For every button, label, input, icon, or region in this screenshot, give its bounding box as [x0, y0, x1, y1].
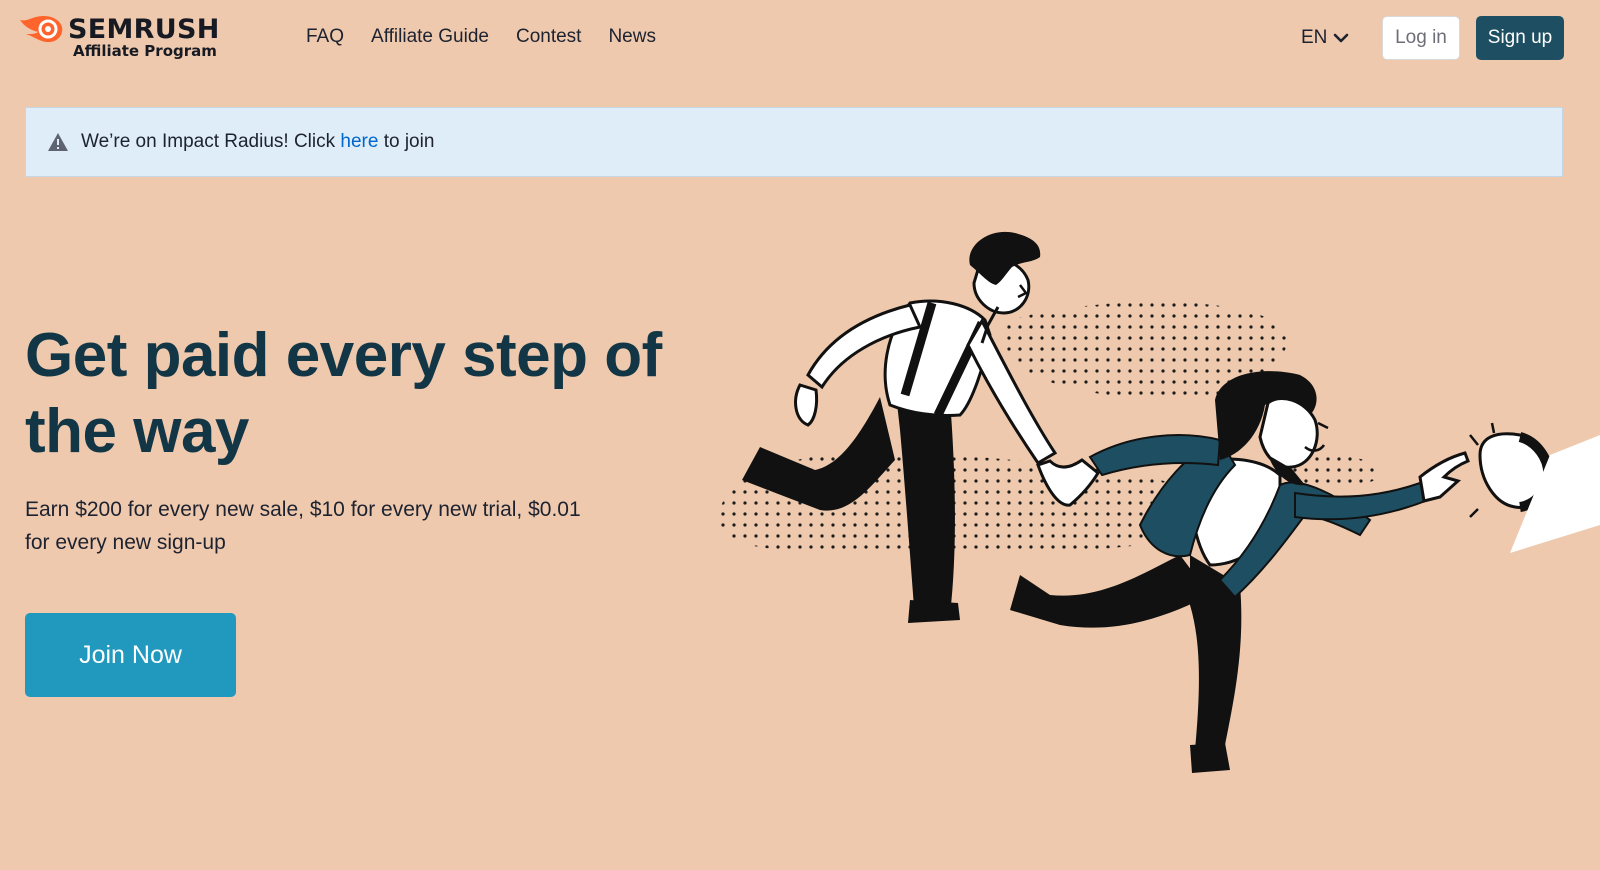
banner-text-after: to join: [378, 131, 435, 152]
banner-join-link[interactable]: here: [340, 131, 378, 152]
running-people-illustration: [720, 231, 1600, 773]
language-selector[interactable]: EN: [1301, 27, 1349, 49]
join-now-button[interactable]: Join Now: [25, 613, 236, 697]
semrush-flame-icon: [20, 16, 63, 43]
nav-contest[interactable]: Contest: [516, 26, 581, 48]
banner-text: We’re on Impact Radius! Click here to jo…: [81, 131, 434, 153]
site-header: SEMRUSH Affiliate Program FAQ Affiliate …: [0, 0, 1600, 78]
nav-affiliate-guide[interactable]: Affiliate Guide: [371, 26, 489, 48]
main-nav: FAQ Affiliate Guide Contest News: [306, 26, 656, 48]
language-label: EN: [1301, 27, 1328, 48]
nav-news[interactable]: News: [608, 26, 656, 48]
brand-name: SEMRUSH: [68, 14, 220, 45]
chevron-down-icon: [1334, 33, 1349, 43]
warning-icon: [48, 133, 68, 151]
nav-faq[interactable]: FAQ: [306, 26, 344, 48]
signup-button[interactable]: Sign up: [1476, 16, 1564, 60]
banner-text-before: We’re on Impact Radius! Click: [81, 131, 341, 152]
hero-subtitle: Earn $200 for every new sale, $10 for ev…: [25, 498, 581, 554]
notice-banner: We’re on Impact Radius! Click here to jo…: [25, 107, 1563, 177]
brand-subtitle: Affiliate Program: [73, 42, 217, 60]
hero-title: Get paid every step of the way: [25, 321, 662, 466]
login-button[interactable]: Log in: [1382, 16, 1460, 60]
semrush-logo-link[interactable]: SEMRUSH Affiliate Program: [18, 12, 238, 64]
